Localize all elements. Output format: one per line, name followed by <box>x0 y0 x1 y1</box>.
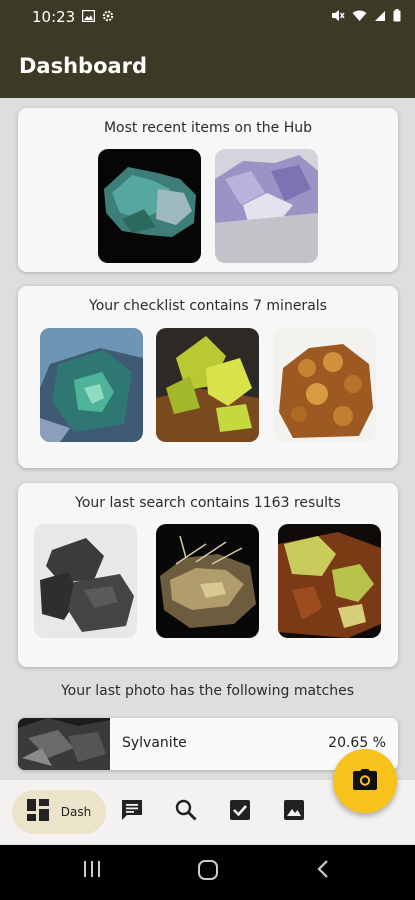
search-icon <box>175 799 197 825</box>
nav-chat[interactable] <box>117 790 147 834</box>
match-name: Sylvanite <box>122 735 187 751</box>
checkbox-icon <box>230 800 250 824</box>
search-result-thumbnail[interactable] <box>34 524 137 638</box>
checklist-card-title: Your checklist contains 7 minerals <box>89 298 327 314</box>
app-bar: Dashboard <box>0 33 415 98</box>
chat-icon <box>121 799 143 825</box>
hub-card[interactable]: Most recent items on the Hub <box>18 108 398 272</box>
status-left: 10:23 <box>32 8 114 26</box>
nav-dash[interactable]: Dash <box>12 790 106 834</box>
nav-gallery[interactable] <box>279 790 309 834</box>
nav-checklist[interactable] <box>225 790 255 834</box>
camera-fab-button[interactable] <box>333 749 397 813</box>
settings-notification-icon <box>102 10 114 24</box>
back-icon[interactable] <box>316 859 330 883</box>
search-card-title: Your last search contains 1163 results <box>75 495 341 511</box>
hub-item-thumbnail[interactable] <box>98 149 201 263</box>
checklist-item-thumbnail[interactable] <box>40 328 143 442</box>
battery-icon <box>393 8 401 26</box>
match-score: 20.65 % <box>328 735 386 751</box>
home-icon[interactable] <box>197 859 219 885</box>
gallery-notification-icon <box>82 9 96 24</box>
system-navigation-bar <box>0 845 415 900</box>
search-card[interactable]: Your last search contains 1163 results <box>18 483 398 667</box>
page-title: Dashboard <box>19 53 148 78</box>
match-thumbnail <box>18 718 110 770</box>
recent-apps-icon[interactable] <box>82 859 102 883</box>
dashboard-icon <box>26 799 49 825</box>
status-time: 10:23 <box>32 7 76 26</box>
status-bar: 10:23 <box>0 0 415 33</box>
image-icon <box>284 800 304 824</box>
checklist-item-thumbnail[interactable] <box>156 328 259 442</box>
search-result-thumbnail[interactable] <box>278 524 381 638</box>
dashboard-content[interactable]: Most recent items on the Hub Your checkl… <box>0 98 415 780</box>
mute-icon <box>331 8 345 26</box>
status-right <box>331 8 401 26</box>
nav-dash-label: Dash <box>60 805 92 819</box>
nav-search[interactable] <box>171 790 201 834</box>
checklist-item-thumbnail[interactable] <box>273 328 376 442</box>
checklist-card[interactable]: Your checklist contains 7 minerals <box>18 286 398 468</box>
photo-matches-title: Your last photo has the following matche… <box>60 683 355 699</box>
camera-icon <box>353 768 377 794</box>
hub-item-thumbnail[interactable] <box>215 149 318 263</box>
search-result-thumbnail[interactable] <box>156 524 259 638</box>
signal-icon <box>374 8 386 26</box>
wifi-icon <box>352 8 367 26</box>
hub-card-title: Most recent items on the Hub <box>103 120 313 136</box>
